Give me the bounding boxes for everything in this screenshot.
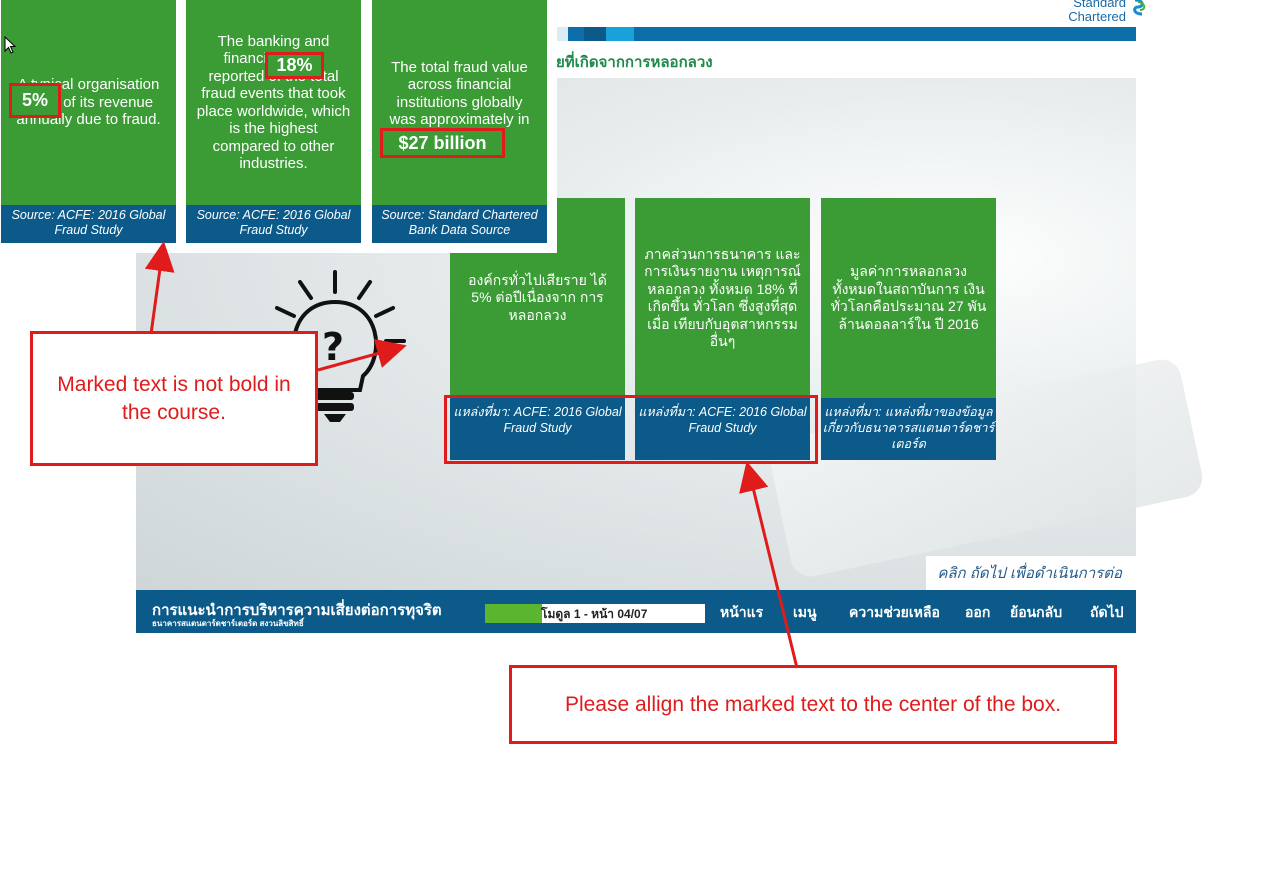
english-card-2: The banking and financial sector reporte… (186, 0, 361, 243)
home-button[interactable]: หน้าแร (720, 602, 763, 624)
english-card-1: A typical organisation loses of its reve… (1, 0, 176, 243)
copyright-text: ธนาคารสแตนดาร์ดชาร์เตอร์ด สงวนลิขสิทธิ์ (152, 619, 304, 628)
thai-info-card-3: มูลค่าการหลอกลวง ทั้งหมดในสถาบันการ เงิน… (821, 198, 996, 460)
align-callout: Please allign the marked text to the cen… (509, 665, 1117, 744)
menu-button[interactable]: เมนู (793, 602, 817, 624)
highlight-27-billion: $27 billion (380, 128, 505, 158)
logo-mark-icon (1133, 0, 1146, 16)
bold-callout: Marked text is not bold in the course. (30, 331, 318, 466)
highlight-5-percent: 5% (9, 83, 61, 118)
english-reference-panel: A typical organisation loses of its reve… (0, 0, 557, 253)
back-button[interactable]: ย้อนกลับ (1010, 602, 1062, 624)
exit-button[interactable]: ออก (965, 602, 990, 624)
next-hint: คลิก ถัดไป เพื่อดำเนินการต่อ (926, 556, 1136, 590)
highlight-18-percent: 18% (265, 52, 324, 79)
next-button[interactable]: ถัดไป (1090, 602, 1124, 624)
svg-text:?: ? (322, 325, 344, 369)
standard-chartered-logo: Standard Chartered (1068, 0, 1146, 24)
progress-bar: โมดูล 1 - หน้า 04/07 (485, 604, 705, 623)
mouse-cursor-icon (4, 36, 17, 54)
english-card-3: The total fraud value across financial i… (372, 0, 547, 243)
progress-fill (485, 604, 543, 623)
help-button[interactable]: ความช่วยเหลือ (849, 602, 940, 624)
card-text-pre: The total fraud value across financial i… (389, 58, 528, 129)
source-highlight-box (444, 395, 818, 464)
progress-text: โมดูล 1 - หน้า 04/07 (541, 607, 648, 621)
page-heading: ยที่เกิดจากการหลอกลวง (556, 54, 713, 71)
course-navbar: การแนะนำการบริหารความเสี่ยงต่อการทุจริต … (136, 590, 1136, 633)
